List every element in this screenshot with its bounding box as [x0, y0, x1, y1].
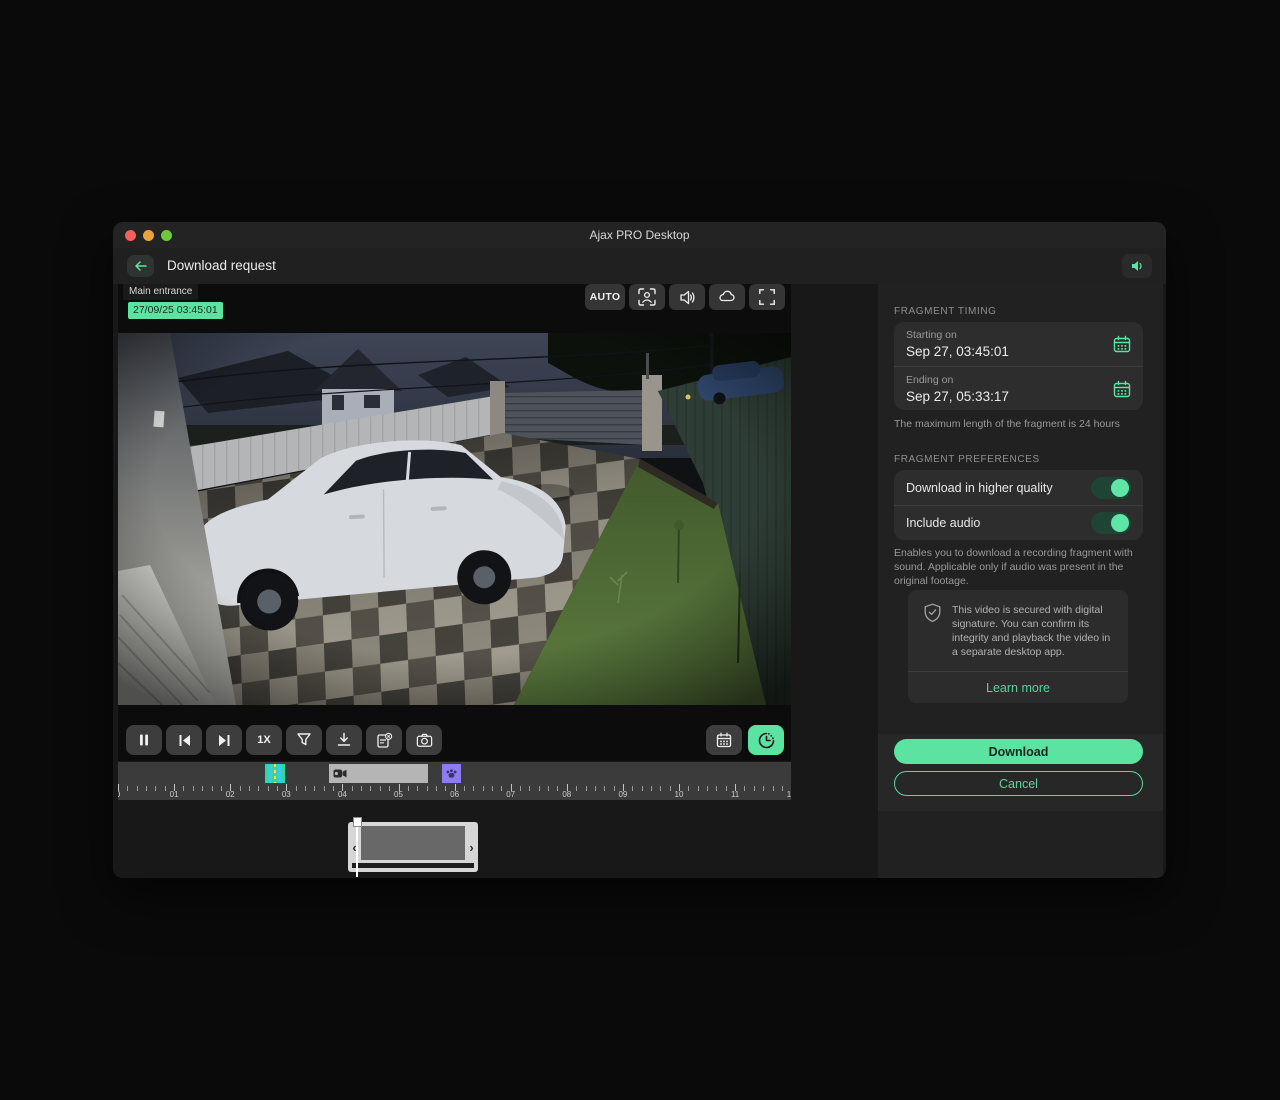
- timeline[interactable]: 0010203040506070809101112: [118, 762, 791, 800]
- player-top-controls: AUTO: [585, 284, 785, 310]
- playback-controls: 1X: [126, 725, 442, 755]
- higher-quality-row: Download in higher quality: [894, 470, 1143, 505]
- pet-event-marker[interactable]: [442, 764, 461, 783]
- pause-icon: [136, 732, 152, 748]
- ending-on-value: Sep 27, 05:33:17: [906, 389, 1131, 404]
- titlebar: Ajax PRO Desktop: [113, 222, 1166, 248]
- cloud-button[interactable]: [709, 284, 745, 310]
- zoom-range-strip: [352, 863, 474, 868]
- cancel-button[interactable]: Cancel: [894, 771, 1143, 796]
- report-exclude-icon: [375, 731, 393, 749]
- download-fragment-button[interactable]: [326, 725, 362, 755]
- fragment-timing-card: Starting on Sep 27, 03:45:01: [894, 322, 1143, 410]
- zoom-track: ‹ ›: [348, 822, 478, 872]
- starting-on-value: Sep 27, 03:45:01: [906, 344, 1131, 359]
- zoom-window-thumb[interactable]: [361, 826, 465, 860]
- video-frame[interactable]: [118, 333, 791, 705]
- playhead-handle[interactable]: [356, 817, 358, 877]
- paw-icon: [445, 767, 458, 780]
- app-window: Ajax PRO Desktop Download request: [113, 222, 1166, 878]
- speaker-icon: [678, 288, 697, 307]
- camera-icon: [415, 731, 434, 750]
- include-audio-label: Include audio: [906, 516, 1091, 530]
- include-audio-row: Include audio: [894, 505, 1143, 540]
- sound-button[interactable]: [669, 284, 705, 310]
- recording-event-marker[interactable]: [265, 764, 285, 783]
- calendar-green-icon: [1112, 334, 1132, 354]
- skip-forward-icon: [216, 732, 233, 749]
- snapshot-button[interactable]: [406, 725, 442, 755]
- clock-interval-icon: [757, 731, 776, 750]
- camera-name-badge: Main entrance: [123, 284, 198, 300]
- audio-indicator-button[interactable]: [1122, 254, 1152, 278]
- previous-fragment-button[interactable]: [166, 725, 202, 755]
- download-button[interactable]: Download: [894, 739, 1143, 764]
- signature-info: This video is secured with digital signa…: [908, 590, 1128, 671]
- timeline-mode-controls: [706, 725, 784, 755]
- calendar-button[interactable]: [706, 725, 742, 755]
- fullscreen-icon: [758, 288, 776, 306]
- shield-check-icon: [923, 603, 942, 623]
- higher-quality-toggle[interactable]: [1091, 477, 1131, 499]
- fragment-timing-title: FRAGMENT TIMING: [894, 306, 997, 317]
- page-title: Download request: [167, 248, 276, 284]
- fullscreen-button[interactable]: [749, 284, 785, 310]
- back-button[interactable]: [127, 255, 154, 277]
- action-footer: Download Cancel: [878, 734, 1163, 811]
- download-icon: [335, 731, 353, 749]
- download-request-panel: FRAGMENT TIMING Starting on Sep 27, 03:4…: [878, 284, 1163, 878]
- playback-speed-button[interactable]: 1X: [246, 725, 282, 755]
- detection-frames-button[interactable]: [629, 284, 665, 310]
- page-header: Download request: [113, 248, 1166, 284]
- filter-button[interactable]: [286, 725, 322, 755]
- learn-more-link[interactable]: Learn more: [908, 671, 1128, 703]
- next-fragment-button[interactable]: [206, 725, 242, 755]
- timeline-markers: [118, 764, 791, 783]
- signature-text: This video is secured with digital signa…: [952, 603, 1114, 659]
- digital-signature-card: This video is secured with digital signa…: [908, 590, 1128, 703]
- skip-back-icon: [176, 732, 193, 749]
- camcorder-icon: [333, 769, 347, 778]
- window-title: Ajax PRO Desktop: [113, 222, 1166, 248]
- audio-note: Enables you to download a recording frag…: [894, 546, 1148, 588]
- person-detection-icon: [637, 287, 657, 307]
- calendar-green-icon: [1112, 379, 1132, 399]
- playhead-knob[interactable]: [353, 817, 362, 827]
- timeline-zoom-control: ‹ ›: [348, 822, 478, 872]
- end-date-picker-button[interactable]: [1112, 379, 1132, 399]
- pause-button[interactable]: [126, 725, 162, 755]
- selected-fragment-marker[interactable]: [329, 764, 428, 783]
- higher-quality-label: Download in higher quality: [906, 481, 1091, 495]
- fragment-preferences-card: Download in higher quality Include audio: [894, 470, 1143, 540]
- toggle-knob: [1111, 514, 1129, 532]
- include-audio-toggle[interactable]: [1091, 512, 1131, 534]
- export-report-button[interactable]: [366, 725, 402, 755]
- cloud-icon: [717, 287, 737, 307]
- arrow-left-icon: [133, 258, 149, 274]
- ending-on-row[interactable]: Ending on Sep 27, 05:33:17: [894, 366, 1143, 410]
- desktop-background: Ajax PRO Desktop Download request: [0, 0, 1280, 1100]
- filter-icon: [295, 731, 313, 749]
- start-date-picker-button[interactable]: [1112, 334, 1132, 354]
- ending-on-label: Ending on: [906, 374, 1131, 386]
- max-length-note: The maximum length of the fragment is 24…: [894, 417, 1148, 431]
- speaker-icon: [1130, 259, 1145, 273]
- time-interval-button[interactable]: [748, 725, 784, 755]
- toggle-knob: [1111, 479, 1129, 497]
- auto-quality-button[interactable]: AUTO: [585, 284, 625, 310]
- starting-on-label: Starting on: [906, 329, 1131, 341]
- video-player: Main entrance 27/09/25 03:45:01 AUTO: [118, 284, 791, 761]
- main-content: Main entrance 27/09/25 03:45:01 AUTO: [113, 284, 1166, 878]
- timestamp-badge: 27/09/25 03:45:01: [128, 302, 223, 319]
- starting-on-row[interactable]: Starting on Sep 27, 03:45:01: [894, 322, 1143, 366]
- calendar-icon: [715, 731, 733, 749]
- fragment-preferences-title: FRAGMENT PREFERENCES: [894, 454, 1040, 465]
